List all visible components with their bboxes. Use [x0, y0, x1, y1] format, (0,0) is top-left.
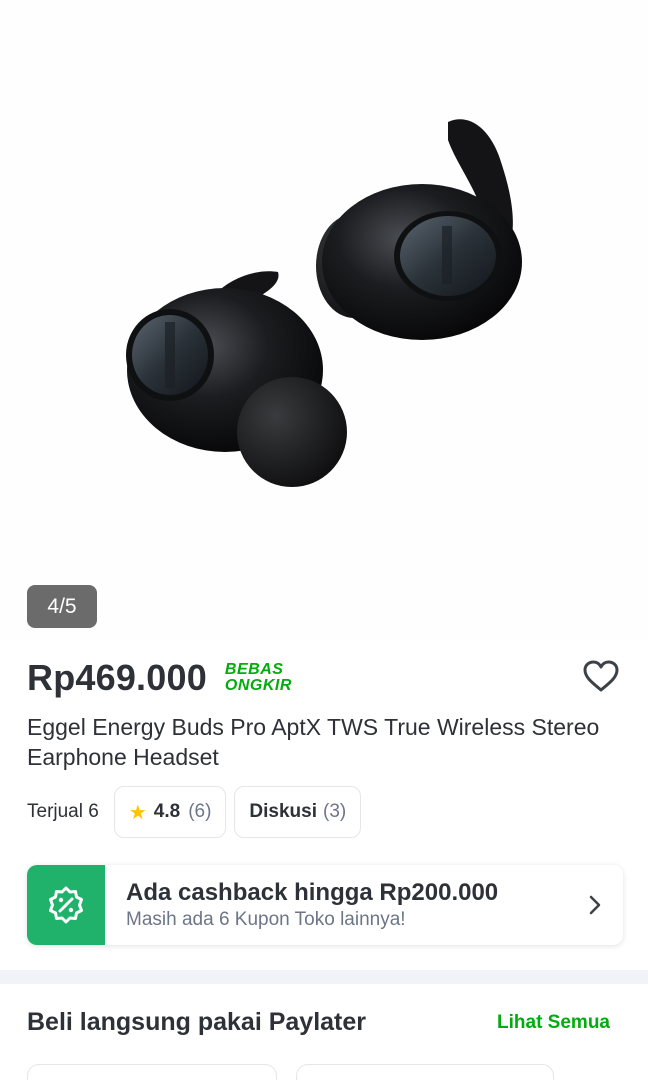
- discussion-label: Diskusi: [249, 801, 318, 822]
- image-counter: 4/5: [27, 585, 97, 628]
- paylater-title: Beli langsung pakai Paylater: [27, 1008, 367, 1036]
- price-row: Rp469.000 BEBAS ONGKIR: [27, 654, 623, 702]
- discussion-count: (3): [323, 801, 347, 822]
- section-divider: [0, 970, 648, 984]
- free-shipping-line2: ONGKIR: [224, 677, 292, 694]
- paylater-card[interactable]: [27, 1064, 277, 1080]
- cashback-subtitle: Masih ada 6 Kupon Toko lainnya!: [126, 909, 406, 930]
- discussion-pill[interactable]: Diskusi (3): [234, 786, 362, 838]
- product-price: Rp469.000: [27, 657, 207, 698]
- wishlist-button[interactable]: [579, 654, 623, 698]
- rating-value: 4.8: [153, 801, 181, 822]
- sold-count: Terjual 6: [27, 801, 99, 822]
- percent-badge-icon: [49, 886, 83, 924]
- star-icon: ★: [128, 801, 147, 824]
- product-image: [126, 119, 522, 487]
- paylater-card[interactable]: [296, 1064, 554, 1080]
- free-shipping-line1: BEBAS: [224, 661, 284, 678]
- rating-count: (6): [188, 801, 212, 822]
- chevron-right-icon: [575, 894, 615, 916]
- cashback-banner[interactable]: Ada cashback hingga Rp200.000 Masih ada …: [27, 865, 623, 945]
- see-all-link[interactable]: Lihat Semua: [497, 1012, 610, 1034]
- rating-pill[interactable]: ★ 4.8 (6): [113, 786, 227, 838]
- product-title: Eggel Energy Buds Pro AptX TWS True Wire…: [27, 714, 600, 770]
- cashback-text: Ada cashback hingga Rp200.000 Masih ada …: [126, 878, 575, 932]
- product-stats: Terjual 6 ★ 4.8 (6) Diskusi (3): [27, 786, 369, 838]
- paylater-section-header: Beli langsung pakai Paylater Lihat Semua: [27, 1008, 610, 1037]
- heart-icon: [583, 660, 619, 692]
- free-shipping-badge: BEBAS ONGKIR: [225, 662, 292, 694]
- product-image-gallery[interactable]: 4/5: [0, 0, 648, 640]
- cashback-badge: [27, 865, 105, 945]
- cashback-title: Ada cashback hingga Rp200.000: [126, 879, 499, 906]
